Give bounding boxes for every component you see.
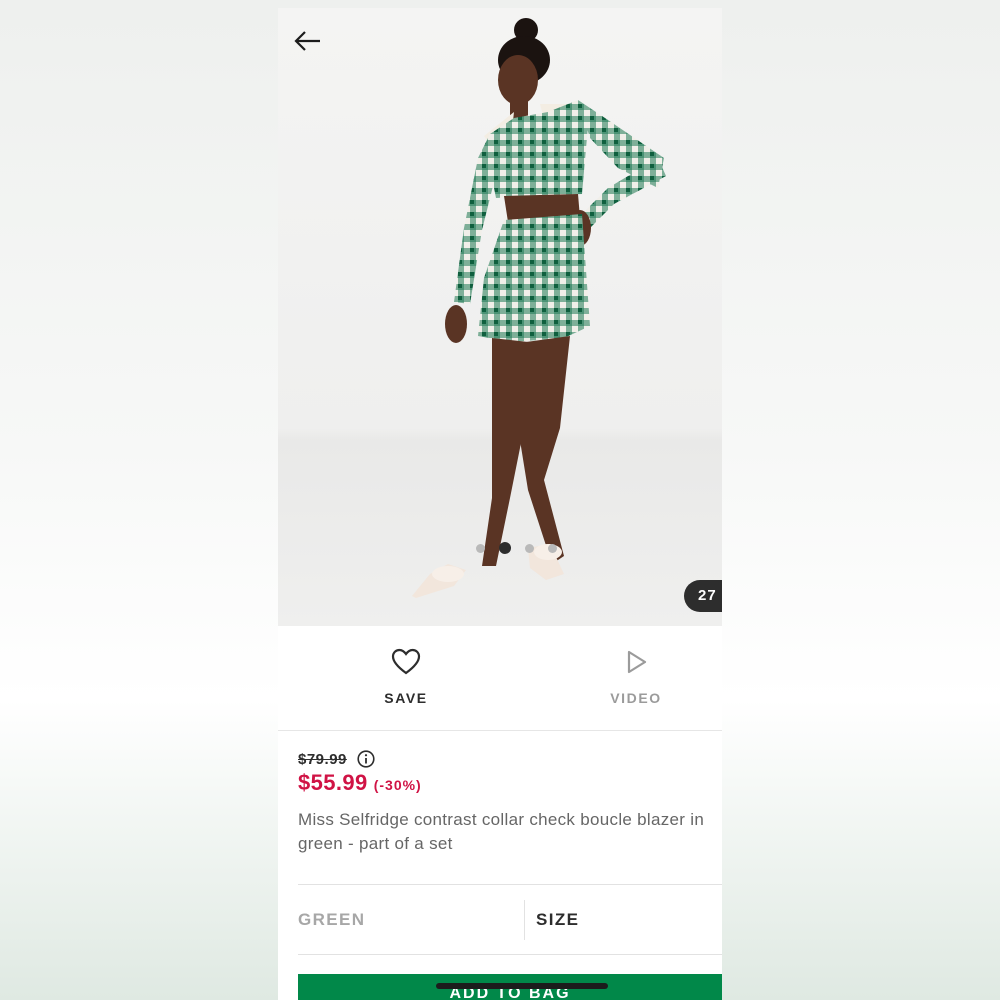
save-button[interactable]: SAVE [346,648,466,706]
sale-price: $55.99 [298,770,368,795]
colour-selector[interactable]: GREEN [298,910,365,930]
divider [298,954,722,955]
divider [298,884,722,885]
product-actions: SAVE VIDEO [278,626,722,731]
product-title: Miss Selfridge contrast collar check bou… [298,808,722,856]
back-arrow-icon[interactable] [292,28,326,54]
heart-icon [391,648,421,675]
product-page: 27 SAVE VIDEO $79.99 $55.99 (-30%) Miss … [278,8,722,1000]
selector-divider [524,900,525,940]
product-photo [412,18,666,598]
carousel-dots [476,542,557,554]
carousel-dot[interactable] [476,543,485,553]
size-selector[interactable]: SIZE [536,910,579,930]
image-count-badge[interactable]: 27 [684,580,722,612]
discount-badge: (-30%) [373,777,422,793]
home-indicator [436,983,608,989]
save-label: SAVE [384,690,428,706]
carousel-dot[interactable] [548,543,557,553]
play-icon [627,650,647,674]
product-image-carousel[interactable]: 27 [278,8,722,626]
video-button[interactable]: VIDEO [576,648,696,706]
carousel-dot-active[interactable] [499,542,511,554]
info-icon[interactable] [357,750,375,768]
price-block: $79.99 $55.99 (-30%) Miss Selfridge cont… [298,750,722,856]
product-title-line: Miss Selfridge contrast collar check bou… [298,810,705,829]
product-title-line: green - part of a set [298,834,453,853]
variant-selectors: GREEN SIZE [298,886,722,954]
original-price: $79.99 [298,750,347,768]
carousel-dot[interactable] [525,543,534,553]
video-label: VIDEO [610,690,662,706]
